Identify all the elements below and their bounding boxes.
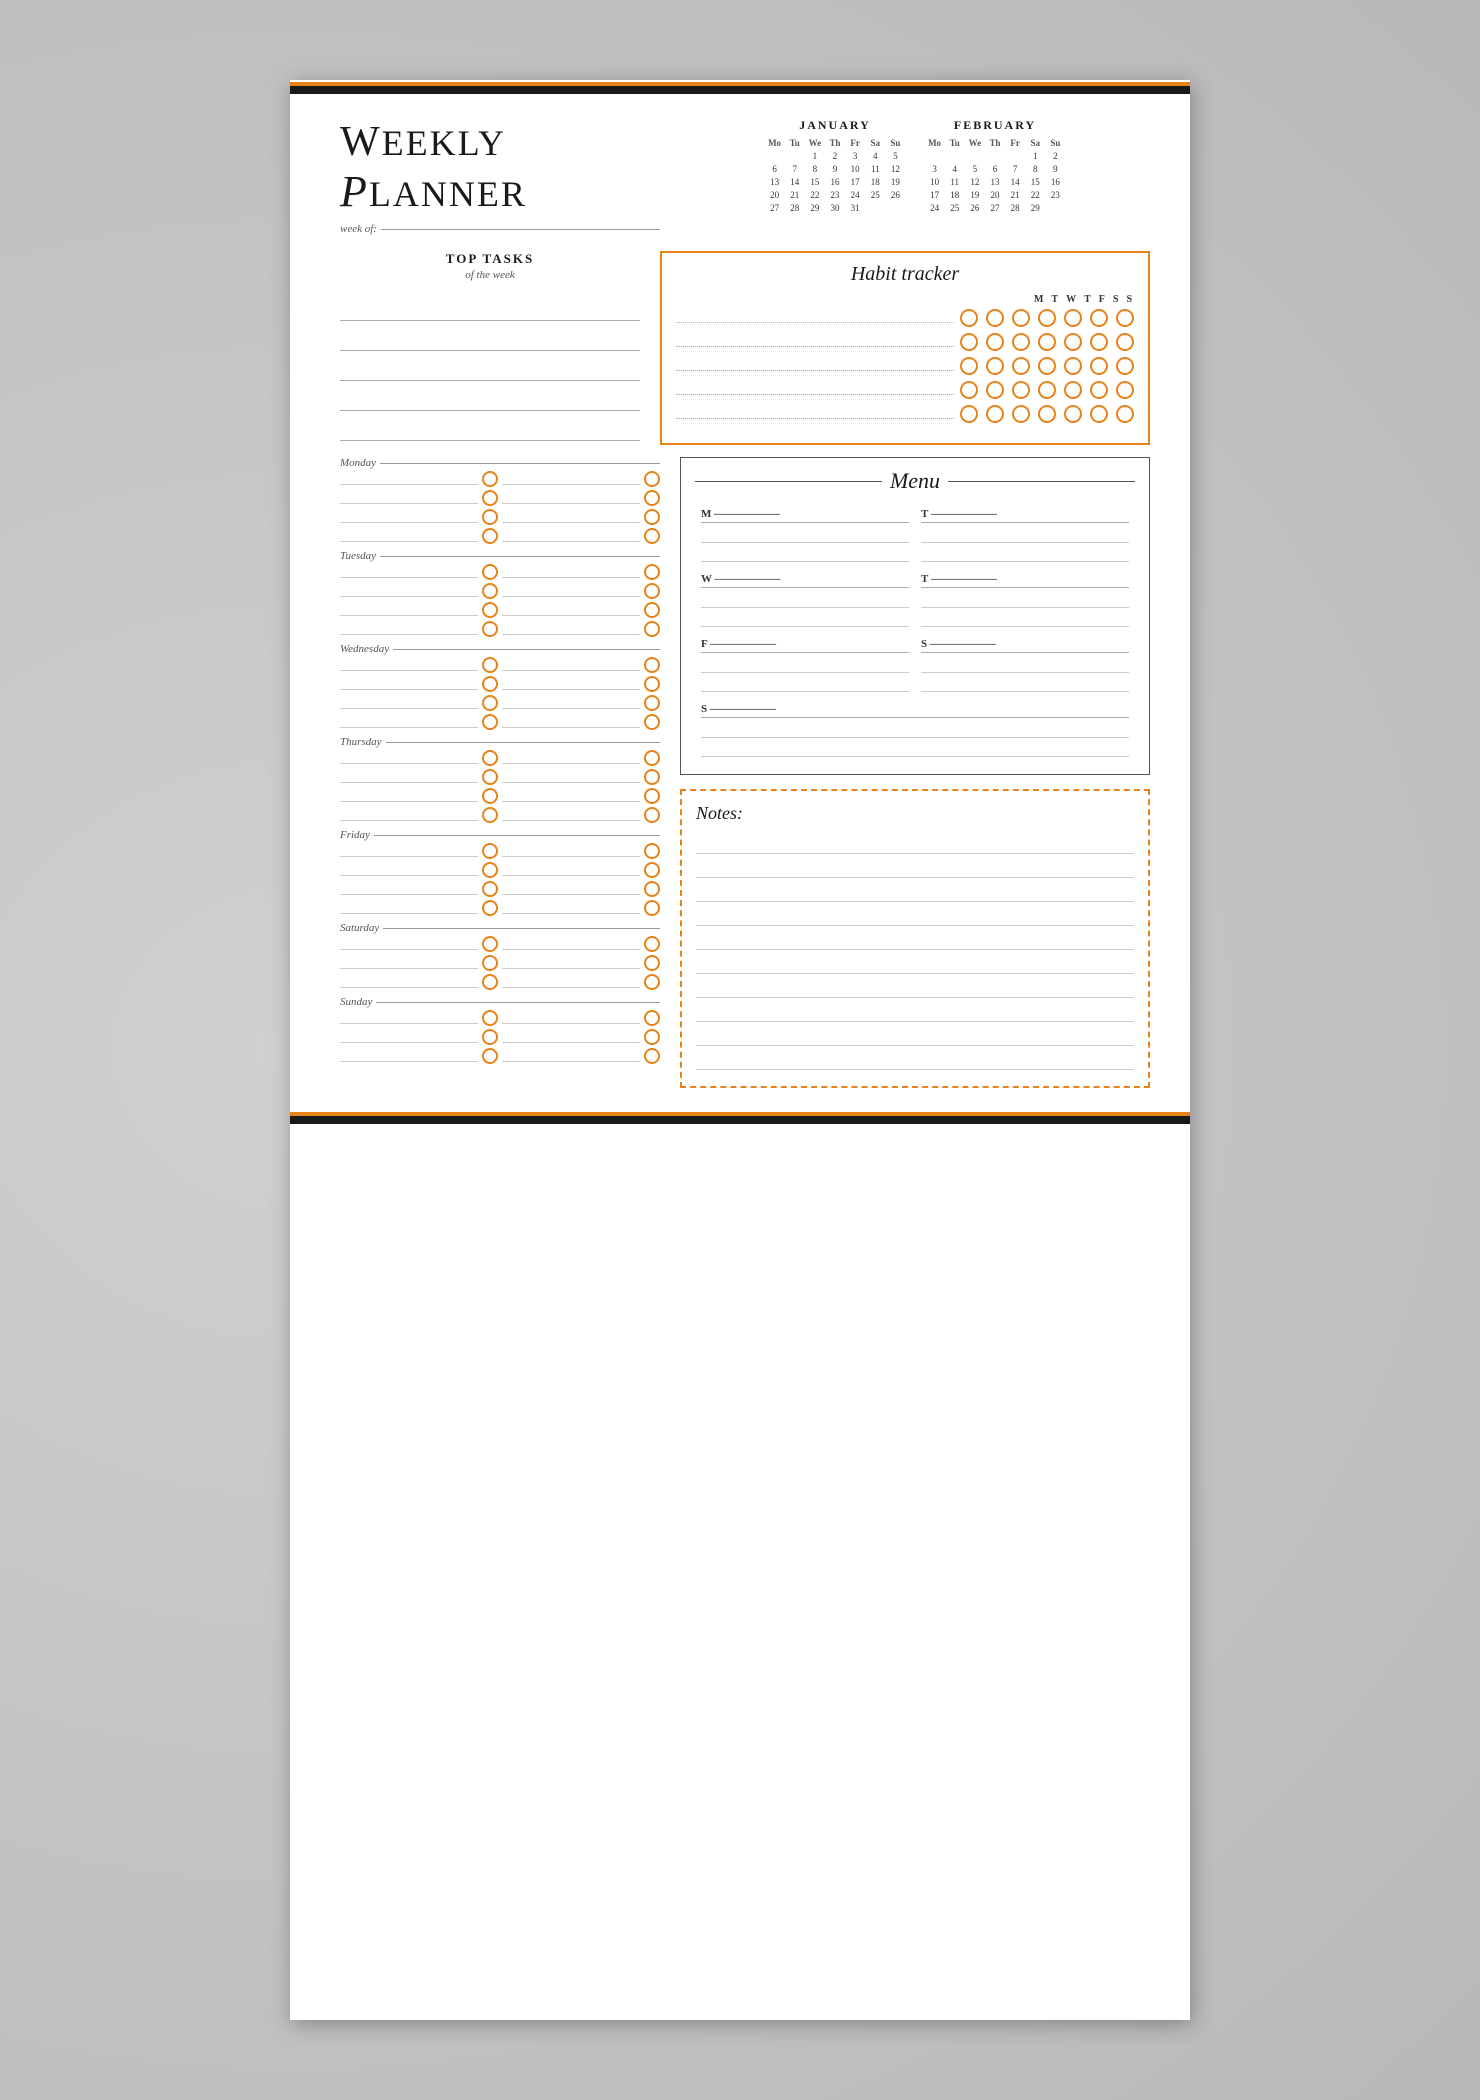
monday-row-3	[340, 509, 660, 525]
content-area: WEEKLY PLANNER week of: JANUARY Mo Tu We	[290, 94, 1190, 1112]
habit-row-5	[676, 405, 1134, 423]
sunday-label: Sunday	[340, 996, 660, 1008]
right-panel: Menu M —————— T ——————	[680, 457, 1150, 1088]
monday-row-1	[340, 471, 660, 487]
task-line-1[interactable]	[340, 295, 640, 321]
menu-tuesday: T ——————	[915, 504, 1135, 569]
planner-page: WEEKLY PLANNER week of: JANUARY Mo Tu We	[290, 80, 1190, 2020]
calendars-area: JANUARY Mo Tu We Th Fr Sa Su 1	[680, 118, 1150, 214]
header-section: WEEKLY PLANNER week of: JANUARY Mo Tu We	[340, 118, 1150, 235]
middle-section: TOP TASKS of the week Habit tracker M T …	[340, 251, 1150, 445]
week-of-line	[381, 229, 660, 230]
top-tasks-area: TOP TASKS of the week	[340, 251, 640, 445]
saturday-label: Saturday	[340, 922, 660, 934]
wednesday-section: Wednesday	[340, 643, 660, 730]
habit-row-2	[676, 333, 1134, 351]
schedule-area: Monday	[340, 457, 660, 1088]
menu-box: Menu M —————— T ——————	[680, 457, 1150, 775]
january-calendar: JANUARY Mo Tu We Th Fr Sa Su 1	[765, 118, 905, 214]
week-of: week of:	[340, 223, 660, 235]
february-calendar: FEBRUARY Mo Tu We Th Fr Sa Su	[925, 118, 1065, 214]
bottom-border	[290, 1112, 1190, 1124]
habit-row-4	[676, 381, 1134, 399]
task-line-4[interactable]	[340, 385, 640, 411]
monday-row-4	[340, 528, 660, 544]
habit-tracker-title: Habit tracker	[676, 263, 1134, 286]
january-title: JANUARY	[765, 118, 905, 133]
menu-thursday: T ——————	[915, 569, 1135, 634]
title-area: WEEKLY PLANNER week of:	[340, 118, 660, 235]
tuesday-section: Tuesday	[340, 550, 660, 637]
friday-label: Friday	[340, 829, 660, 841]
monday-row-2	[340, 490, 660, 506]
thursday-section: Thursday	[340, 736, 660, 823]
monday-label: Monday	[340, 457, 660, 469]
january-grid: Mo Tu We Th Fr Sa Su 1 2 3 4	[765, 137, 905, 214]
menu-saturday: S ——————	[915, 634, 1135, 699]
wednesday-label: Wednesday	[340, 643, 660, 655]
february-title: FEBRUARY	[925, 118, 1065, 133]
menu-grid: M —————— T —————— W ——————	[695, 504, 1135, 764]
saturday-section: Saturday	[340, 922, 660, 990]
main-section: Monday	[340, 457, 1150, 1088]
menu-sunday: S ——————	[695, 699, 1135, 764]
task-line-3[interactable]	[340, 355, 640, 381]
sunday-section: Sunday	[340, 996, 660, 1064]
menu-wednesday: W ——————	[695, 569, 915, 634]
top-tasks-subtitle: of the week	[340, 269, 640, 281]
habit-days-header: M T W T F S S	[676, 294, 1134, 305]
habit-tracker-area: Habit tracker M T W T F S S	[660, 251, 1150, 445]
tuesday-label: Tuesday	[340, 550, 660, 562]
friday-section: Friday	[340, 829, 660, 916]
habit-row-3	[676, 357, 1134, 375]
task-line-5[interactable]	[340, 415, 640, 441]
planner-title: WEEKLY PLANNER	[340, 118, 660, 217]
notes-title: Notes:	[696, 803, 1134, 824]
monday-section: Monday	[340, 457, 660, 544]
thursday-label: Thursday	[340, 736, 660, 748]
february-grid: Mo Tu We Th Fr Sa Su 1 2	[925, 137, 1065, 214]
menu-friday: F ——————	[695, 634, 915, 699]
habit-row-1	[676, 309, 1134, 327]
menu-monday: M ——————	[695, 504, 915, 569]
top-border	[290, 82, 1190, 94]
top-tasks-title: TOP TASKS	[340, 251, 640, 267]
menu-title: Menu	[695, 468, 1135, 494]
week-of-label: week of:	[340, 223, 377, 235]
task-line-2[interactable]	[340, 325, 640, 351]
notes-box: Notes:	[680, 789, 1150, 1088]
